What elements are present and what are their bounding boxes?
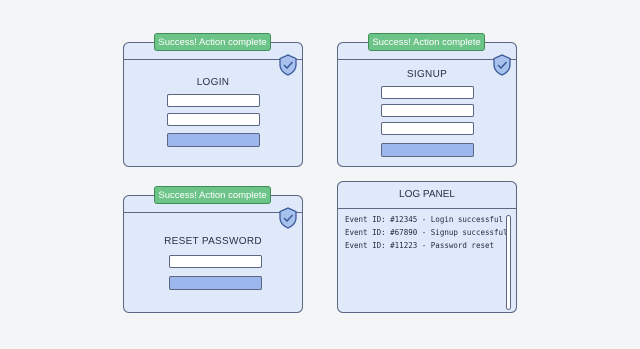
login-submit-button[interactable] bbox=[167, 133, 260, 147]
signup-field-3[interactable] bbox=[381, 122, 474, 135]
signup-submit-button[interactable] bbox=[381, 143, 474, 157]
signup-title: SIGNUP bbox=[406, 69, 448, 80]
login-username-field[interactable] bbox=[167, 94, 260, 107]
login-title: LOGIN bbox=[196, 77, 230, 88]
login-password-field[interactable] bbox=[167, 113, 260, 126]
reset-submit-button[interactable] bbox=[169, 276, 262, 290]
signup-field-1[interactable] bbox=[381, 86, 474, 99]
log-entry: Event ID: #11223 - Password reset bbox=[345, 241, 495, 250]
log-panel-title: LOG PANEL bbox=[338, 182, 516, 209]
login-window: LOGIN bbox=[123, 42, 303, 167]
signup-window: SIGNUP bbox=[337, 42, 517, 167]
log-panel: LOG PANEL Event ID: #12345 - Login succe… bbox=[337, 181, 517, 313]
log-entry: Event ID: #67890 - Signup successful bbox=[345, 228, 508, 237]
shield-check-icon bbox=[278, 207, 298, 229]
reset-email-field[interactable] bbox=[169, 255, 262, 268]
signup-success-toast: Success! Action complete bbox=[368, 33, 485, 51]
reset-password-window: RESET PASSWORD bbox=[123, 195, 303, 313]
log-scrollbar[interactable] bbox=[506, 215, 511, 310]
login-success-toast: Success! Action complete bbox=[154, 33, 271, 51]
log-entry: Event ID: #12345 - Login successful bbox=[345, 215, 504, 224]
signup-field-2[interactable] bbox=[381, 104, 474, 117]
reset-title: RESET PASSWORD bbox=[164, 236, 262, 247]
shield-check-icon bbox=[278, 54, 298, 76]
reset-success-toast: Success! Action complete bbox=[154, 186, 271, 204]
